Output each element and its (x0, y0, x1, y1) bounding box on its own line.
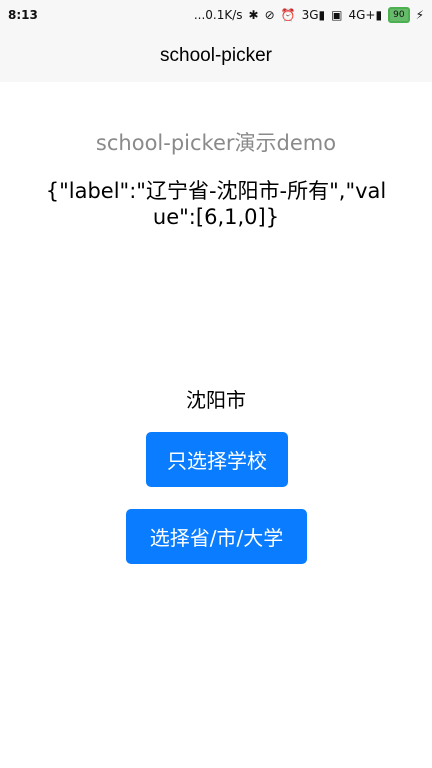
bluetooth-icon: ✱ (248, 8, 259, 22)
navigation-header: school-picker (0, 30, 432, 82)
charging-icon: ⚡ (415, 8, 424, 22)
alarm-icon: ⏰ (280, 8, 296, 22)
picker-result-json: {"label":"辽宁省-沈阳市-所有","value":[6,1,0]} (45, 179, 387, 229)
network-speed: ...0.1K/s (193, 8, 243, 22)
network-type-icon: 4G+ ▮ (348, 8, 383, 22)
mute-icon: ⊘ (264, 8, 275, 22)
select-province-city-university-button[interactable]: 选择省/市/大学 (126, 509, 307, 564)
select-school-only-button[interactable]: 只选择学校 (146, 432, 288, 487)
status-icons: ...0.1K/s ✱ ⊘ ⏰ 3G ▮ ▣ 4G+ ▮ 90 ⚡ (194, 7, 424, 23)
select-province-city-university-button-label: 选择省/市/大学 (149, 526, 284, 550)
status-bar: 8:13 ...0.1K/s ✱ ⊘ ⏰ 3G ▮ ▣ 4G+ ▮ 90 ⚡ (0, 0, 432, 30)
main-content: school-picker演示demo {"label":"辽宁省-沈阳市-所有… (0, 82, 432, 768)
demo-title: school-picker演示demo (95, 131, 337, 155)
status-time: 8:13 (8, 8, 38, 22)
hd-icon: ▣ (331, 8, 343, 22)
signal-icon: 3G ▮ (301, 8, 326, 22)
battery-level: 90 (393, 10, 405, 20)
network-type-label: 4G+ (348, 8, 376, 22)
battery-icon: 90 (388, 7, 410, 23)
select-school-only-button-label: 只选择学校 (167, 449, 267, 473)
selected-city-label: 沈阳市 (186, 388, 246, 412)
signal-label: 3G (301, 8, 319, 22)
page-title: school-picker (160, 45, 272, 66)
